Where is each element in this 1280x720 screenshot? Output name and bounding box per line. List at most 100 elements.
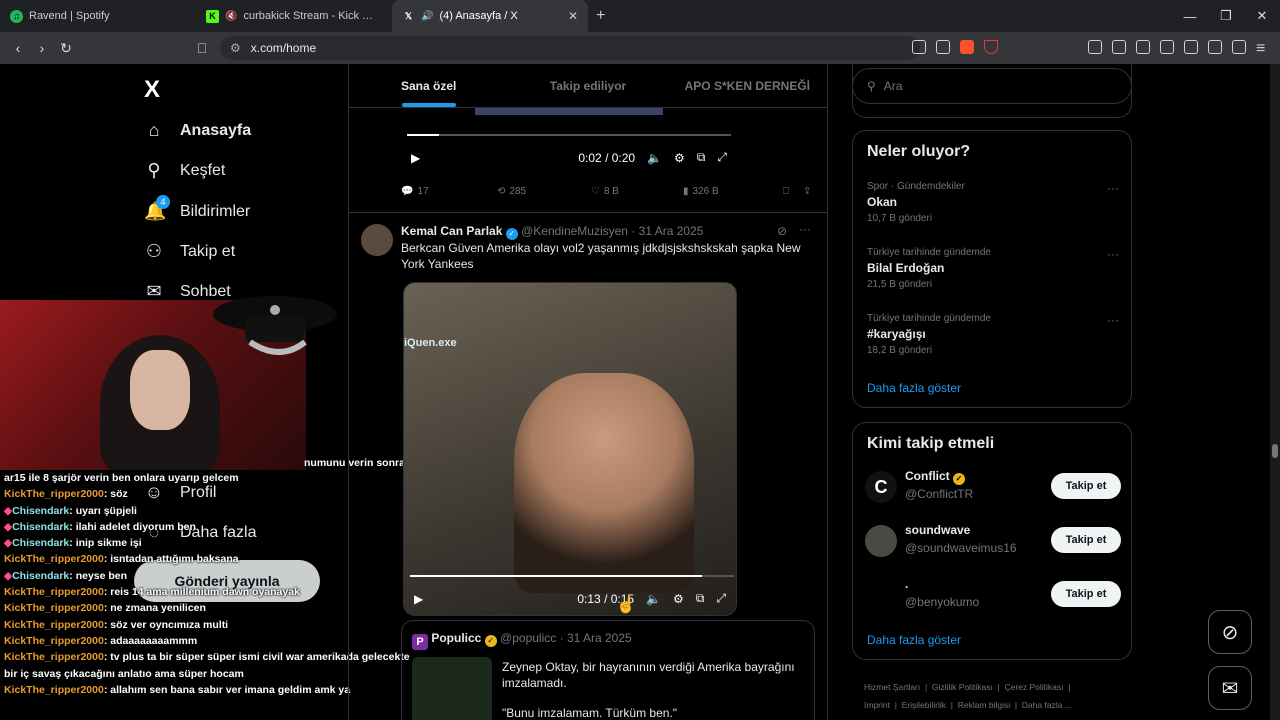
extensions-icon[interactable] bbox=[1088, 40, 1102, 54]
chat-username[interactable]: KickThe_ripper2000 bbox=[4, 602, 104, 614]
bookmark-icon[interactable]: ⎕ bbox=[190, 40, 214, 57]
back-icon[interactable]: ‹ bbox=[6, 40, 30, 56]
chat-username[interactable]: Chisendark bbox=[12, 521, 69, 533]
maximize-icon[interactable]: ❐ bbox=[1208, 8, 1244, 24]
nav-notifications[interactable]: 🔔 4 Bildirimler bbox=[144, 195, 250, 222]
reply-button[interactable]: 💬 17 bbox=[401, 186, 497, 197]
nav-home[interactable]: ⌂ Anasayfa bbox=[144, 120, 252, 141]
chat-username[interactable]: KickThe_ripper2000 bbox=[4, 651, 104, 663]
chat-username[interactable]: Chisendark bbox=[12, 537, 69, 549]
footer-link[interactable]: Reklam bilgisi bbox=[958, 700, 1010, 710]
brave-shield-icon[interactable] bbox=[960, 40, 974, 54]
play-icon[interactable]: ▶ bbox=[414, 592, 423, 606]
tweet-date[interactable]: 31 Ara 2025 bbox=[639, 224, 704, 238]
new-tab-button[interactable]: + bbox=[596, 7, 605, 25]
chat-username[interactable]: Chisendark bbox=[12, 570, 69, 582]
browser-tab-x[interactable]: 𝕏 🔊 (4) Anasayfa / X ✕ bbox=[392, 0, 588, 32]
chat-username[interactable]: KickThe_ripper2000 bbox=[4, 553, 104, 565]
fullscreen-icon[interactable]: ⤢ bbox=[716, 591, 726, 606]
chat-username[interactable]: KickThe_ripper2000 bbox=[4, 586, 104, 598]
wallet-icon[interactable] bbox=[1184, 40, 1198, 54]
url-field[interactable]: ⚙ x.com/home bbox=[220, 36, 920, 60]
x-logo[interactable]: X bbox=[144, 76, 160, 104]
footer-link[interactable]: Gizlilik Politikası bbox=[932, 682, 993, 692]
footer-link[interactable]: Erişilebilirlik bbox=[902, 700, 946, 710]
follow-button[interactable]: Takip et bbox=[1051, 473, 1121, 499]
footer-link[interactable]: Imprint bbox=[864, 700, 890, 710]
vpn-icon[interactable] bbox=[1232, 40, 1246, 54]
pip-icon[interactable]: ⧉ bbox=[696, 591, 705, 606]
sidebar-icon[interactable] bbox=[1160, 40, 1174, 54]
like-button[interactable]: ♡ 8 B bbox=[591, 186, 683, 197]
screenshot-icon[interactable] bbox=[1112, 40, 1126, 54]
address-bar: ‹ › ↻ ⎕ ⚙ x.com/home ≡ bbox=[0, 32, 1280, 64]
follow-button[interactable]: Takip et bbox=[1051, 581, 1121, 607]
cast-icon[interactable] bbox=[912, 40, 926, 54]
grok-button[interactable]: ⊘ bbox=[1208, 610, 1252, 654]
tab-for-you[interactable]: Sana özel bbox=[349, 64, 508, 107]
show-more-follow-link[interactable]: Daha fazla göster bbox=[867, 633, 961, 647]
follow-suggestion[interactable]: C Conflict ✓ @ConflictTR Takip et bbox=[865, 467, 1121, 507]
nav-explore[interactable]: ⚲ Keşfet bbox=[144, 160, 225, 181]
more-options-icon[interactable]: ··· bbox=[799, 222, 811, 236]
nav-follow[interactable]: ⚇ Takip et bbox=[144, 241, 235, 262]
footer-link[interactable]: Daha fazla ... bbox=[1022, 700, 1072, 710]
volume-icon[interactable]: 🔈 bbox=[646, 592, 661, 606]
views-button[interactable]: ▮ 326 B bbox=[683, 186, 783, 197]
chat-username[interactable]: KickThe_ripper2000 bbox=[4, 619, 104, 631]
close-window-icon[interactable]: ✕ bbox=[1244, 8, 1280, 24]
pip-icon[interactable]: ⧉ bbox=[697, 150, 706, 165]
video-progress-bar[interactable] bbox=[407, 134, 731, 136]
share-button[interactable]: ⇪ bbox=[803, 186, 811, 197]
follow-suggestion[interactable]: . @benyokumo Takip et bbox=[865, 575, 1121, 615]
settings-icon[interactable]: ⚙ bbox=[673, 592, 684, 606]
trend-item[interactable]: Türkiye tarihinde gündemde #karyağışı 18… bbox=[867, 313, 1119, 356]
follow-suggestion[interactable]: soundwave @soundwaveimus16 Takip et bbox=[865, 521, 1121, 561]
quoted-tweet[interactable]: P Populicc ✓ @populicc · 31 Ara 2025 Zey… bbox=[401, 620, 815, 720]
page-scrollbar[interactable] bbox=[1270, 64, 1280, 720]
minimize-icon[interactable]: — bbox=[1172, 9, 1208, 24]
bookmark-button[interactable]: ⎕ bbox=[783, 186, 789, 197]
scrollbar-thumb[interactable] bbox=[1272, 444, 1278, 458]
trend-item[interactable]: Türkiye tarihinde gündemde Bilal Erdoğan… bbox=[867, 247, 1119, 290]
tab-community[interactable]: APO S*KEN DERNEĞİ bbox=[668, 64, 827, 107]
chat-username[interactable]: KickThe_ripper2000 bbox=[4, 635, 104, 647]
more-options-icon[interactable]: ··· bbox=[1107, 181, 1119, 195]
video-player-2[interactable]: iQuen.exe ▶ 0:13 / 0:15 🔈 ⚙ ⧉ ⤢ bbox=[403, 282, 737, 616]
trend-item[interactable]: Spor · Gündemdekiler Okan 10,7 B gönderi… bbox=[867, 181, 1119, 224]
forward-icon[interactable]: › bbox=[30, 40, 54, 56]
browser-tab-kick[interactable]: K 🔇 curbakick Stream - Kick Dashboard bbox=[196, 0, 392, 32]
author-name[interactable]: Kemal Can Parlak bbox=[401, 224, 502, 238]
volume-icon[interactable]: 🔈 bbox=[647, 151, 662, 165]
settings-icon[interactable]: ⚙ bbox=[674, 151, 685, 165]
chat-username[interactable]: KickThe_ripper2000 bbox=[4, 488, 104, 500]
site-info-icon[interactable]: ⚙ bbox=[230, 41, 241, 55]
messages-button[interactable]: ✉ bbox=[1208, 666, 1252, 710]
reload-icon[interactable]: ↻ bbox=[54, 40, 78, 57]
music-icon[interactable] bbox=[1136, 40, 1150, 54]
browser-tab-spotify[interactable]: ♫ Ravend | Spotify bbox=[0, 0, 196, 32]
more-options-icon[interactable]: ··· bbox=[1107, 247, 1119, 261]
show-more-trends-link[interactable]: Daha fazla göster bbox=[867, 381, 961, 395]
tab-following[interactable]: Takip ediliyor bbox=[508, 64, 667, 107]
fullscreen-icon[interactable]: ⤢ bbox=[717, 150, 727, 165]
author-handle[interactable]: @KendineMuzisyen bbox=[521, 224, 628, 238]
video-player-1[interactable]: ▶ 0:02 / 0:20 🔈 ⚙ ⧉ ⤢ bbox=[401, 108, 737, 180]
play-icon[interactable]: ▶ bbox=[411, 151, 420, 165]
rewards-icon[interactable] bbox=[984, 40, 998, 54]
leo-icon[interactable] bbox=[1208, 40, 1222, 54]
share-icon[interactable] bbox=[936, 40, 950, 54]
avatar[interactable] bbox=[361, 224, 393, 256]
more-options-icon[interactable]: ··· bbox=[1107, 313, 1119, 327]
footer-link[interactable]: Hizmet Şartları bbox=[864, 682, 920, 692]
menu-icon[interactable]: ≡ bbox=[1256, 40, 1270, 57]
suggestion-handle: @soundwaveimus16 bbox=[905, 541, 1017, 555]
video-progress-bar[interactable] bbox=[410, 575, 734, 577]
chat-username[interactable]: KickThe_ripper2000 bbox=[4, 684, 104, 696]
repost-button[interactable]: ⟲ 285 bbox=[497, 186, 591, 197]
follow-button[interactable]: Takip et bbox=[1051, 527, 1121, 553]
grok-icon[interactable]: ⊘ bbox=[777, 224, 787, 238]
footer-link[interactable]: Çerez Politikası bbox=[1004, 682, 1063, 692]
chat-username[interactable]: Chisendark bbox=[12, 505, 69, 517]
close-tab-icon[interactable]: ✕ bbox=[568, 9, 578, 23]
